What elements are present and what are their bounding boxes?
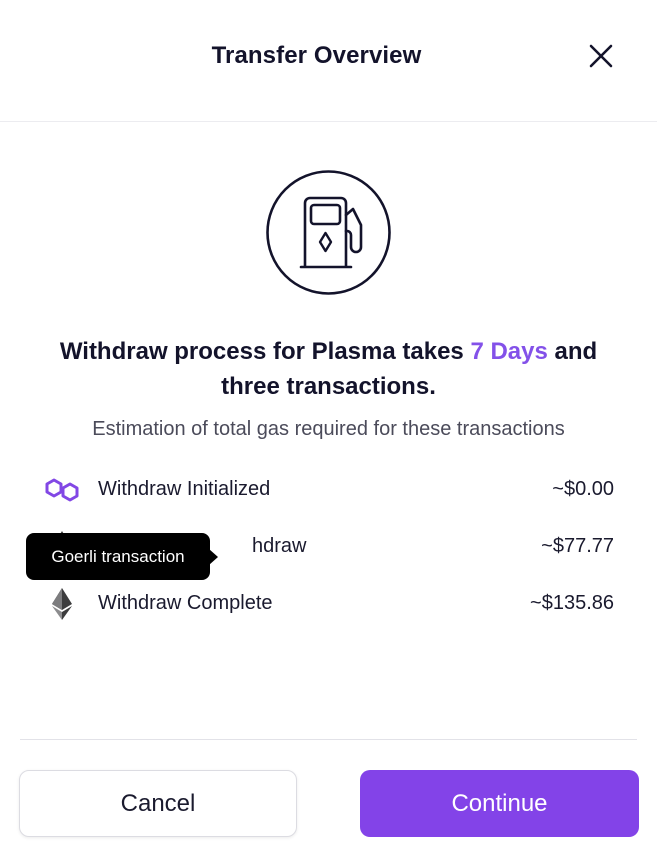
transaction-label: Withdraw Initialized [98, 478, 271, 500]
transaction-amount: ~$135.86 [530, 592, 614, 614]
transaction-label: Withdraw Complete [98, 592, 273, 614]
close-button[interactable] [583, 38, 619, 74]
close-icon [589, 44, 613, 68]
headline-prefix: Withdraw process for Plasma takes [59, 338, 471, 365]
transaction-row: Withdraw Initialized ~$0.00 [42, 472, 614, 508]
polygon-icon [42, 472, 82, 508]
footer-divider [20, 739, 637, 740]
cancel-button[interactable]: Cancel [19, 770, 297, 837]
goerli-transaction-tooltip: Goerli transaction [26, 533, 218, 580]
transaction-amount: ~$77.77 [541, 535, 614, 557]
transaction-amount: ~$0.00 [552, 478, 614, 500]
transaction-label: hdraw [252, 535, 307, 557]
gas-pump-icon [266, 170, 391, 295]
gas-estimation-subtitle: Estimation of total gas required for the… [92, 418, 565, 440]
modal-title: Transfer Overview [211, 42, 422, 69]
transaction-row: Withdraw Complete ~$135.86 [42, 586, 614, 622]
modal-header: Transfer Overview [0, 0, 657, 122]
transfer-overview-modal: Transfer Overview Withdraw process for P… [0, 0, 657, 847]
withdraw-headline: Withdraw process for Plasma takes 7 Days… [40, 334, 617, 404]
headline-days: 7 Days [470, 338, 548, 365]
ethereum-icon [42, 586, 82, 622]
continue-button[interactable]: Continue [360, 770, 639, 837]
